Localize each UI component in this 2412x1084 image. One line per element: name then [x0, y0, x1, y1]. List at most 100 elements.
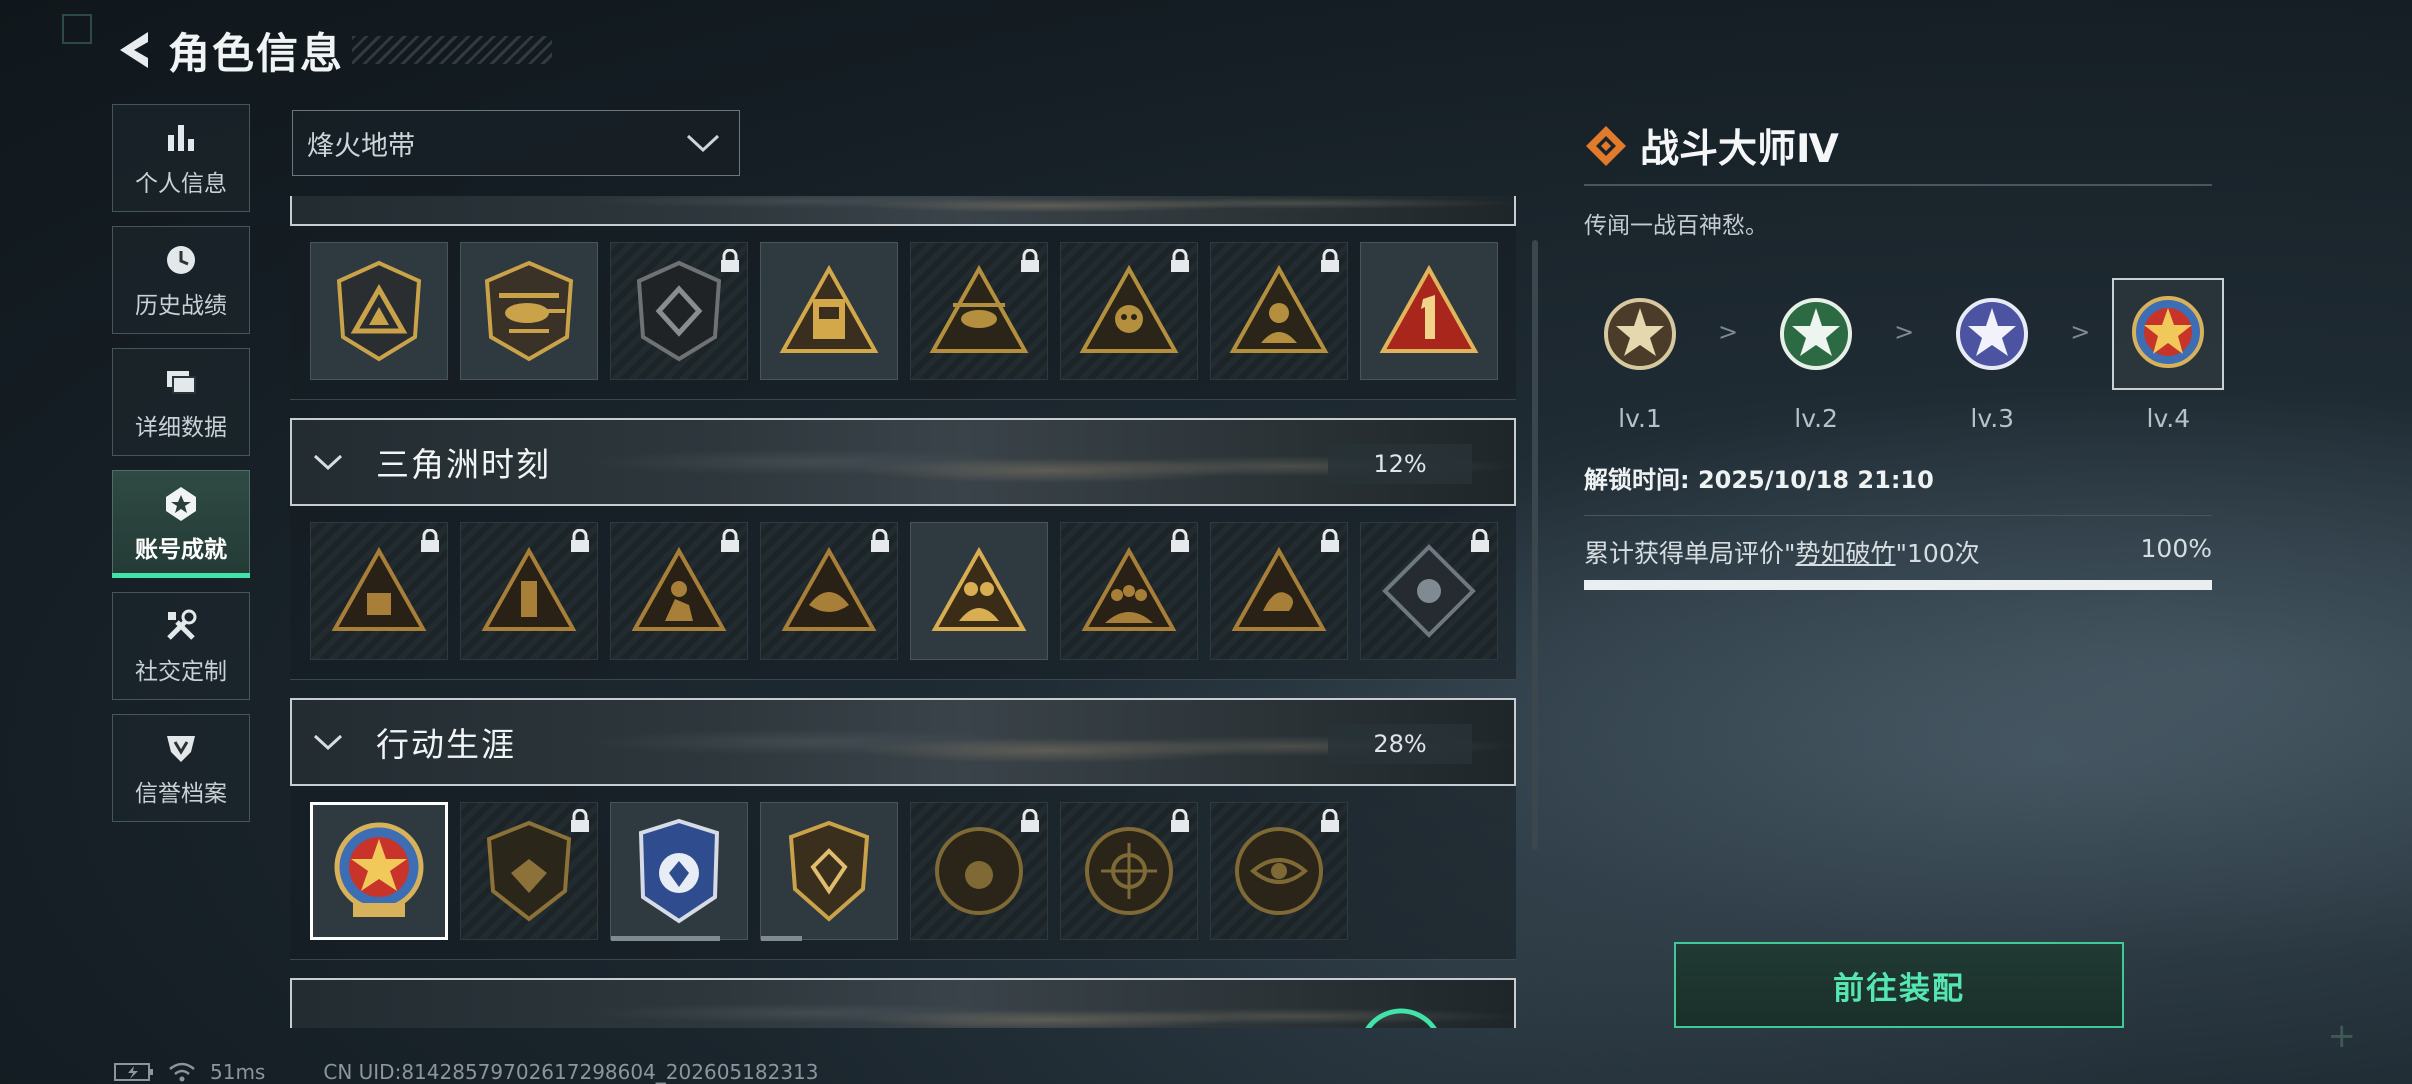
badge-pearl-coin[interactable] — [910, 802, 1048, 940]
wifi-icon — [169, 1062, 195, 1082]
badge-kneeling-soldier[interactable] — [610, 522, 748, 660]
section-header[interactable]: 三角洲时刻 12% — [290, 418, 1516, 506]
detail-header: 战斗大师Ⅳ — [1584, 122, 2212, 186]
detail-description: 传闻一战百神愁。 — [1584, 213, 1768, 239]
corner-plus-icon: + — [2327, 1016, 2357, 1056]
level-item[interactable]: lv.3 — [1936, 278, 2048, 433]
level-separator: > — [1718, 318, 1739, 346]
badge-triangle-logo[interactable] — [310, 242, 448, 380]
nav-item-credit[interactable]: 信誉档案 — [112, 714, 250, 822]
badge-diamond-shield[interactable] — [760, 802, 898, 941]
section-bottom-partial — [290, 978, 1516, 1028]
badge-radio-tower[interactable] — [760, 242, 898, 380]
section-progress: 28% — [1328, 724, 1472, 764]
credit-shield-icon — [161, 728, 201, 768]
badge-skull-bird[interactable] — [760, 522, 898, 660]
unlock-time: 解锁时间: 2025/10/18 21:10 — [1584, 460, 2212, 516]
lock-icon — [1321, 529, 1339, 552]
section-top-partial — [290, 196, 1516, 400]
badge-pyramid-tower[interactable] — [460, 522, 598, 660]
chevron-down-icon[interactable] — [298, 733, 358, 751]
level-track: lv.1 > lv.2 > lv.3 > lv.4 — [1584, 278, 2225, 438]
badge-progress-bar — [761, 936, 802, 941]
bar-chart-icon — [161, 118, 201, 158]
badge-scorpion[interactable] — [1210, 522, 1348, 660]
battery-charging-icon — [114, 1063, 153, 1081]
badge-squad[interactable] — [910, 522, 1048, 660]
mode-dropdown[interactable]: 烽火地带 — [292, 110, 740, 176]
badge-team[interactable] — [1060, 522, 1198, 660]
lock-icon — [721, 529, 739, 552]
badge-soldier-triangle[interactable] — [1210, 242, 1348, 380]
back-arrow-icon — [120, 32, 148, 68]
lock-icon — [1171, 249, 1189, 272]
badge-skull-triangle[interactable] — [1060, 242, 1198, 380]
lock-icon — [1171, 529, 1189, 552]
lock-icon — [1321, 809, 1339, 832]
progress-ring-icon — [1365, 1008, 1437, 1028]
level-separator: > — [2070, 318, 2091, 346]
nav-item-achievements[interactable]: 账号成就 — [112, 470, 250, 578]
nav-item-social[interactable]: 社交定制 — [112, 592, 250, 700]
lock-icon — [571, 529, 589, 552]
nav-label: 个人信息 — [135, 171, 227, 197]
tools-icon — [161, 606, 201, 646]
section-header[interactable]: 行动生涯 28% — [290, 698, 1516, 786]
achievement-icon — [161, 484, 201, 524]
nav-label: 社交定制 — [135, 659, 227, 685]
section-header[interactable] — [290, 978, 1516, 1028]
page-title: 角色信息 — [168, 28, 345, 78]
badge-blue-police[interactable] — [610, 802, 748, 941]
requirement-row: 累计获得单局评价"势如破竹"100次 100% — [1584, 534, 2212, 570]
badge-dark-diamond[interactable] — [610, 242, 748, 380]
lock-icon — [871, 529, 889, 552]
title-decoration — [352, 36, 553, 64]
dropdown-value: 烽火地带 — [307, 130, 415, 162]
status-bar: 51ms CN UID:81428579702617298604_2026051… — [114, 1060, 819, 1084]
page-header: 角色信息 — [110, 22, 553, 78]
side-nav: 个人信息 历史战绩 详细数据 账号成就 社交定制 信誉档案 — [112, 104, 250, 836]
user-uid: CN UID:81428579702617298604_202605182313 — [323, 1060, 819, 1084]
nav-item-details[interactable]: 详细数据 — [112, 348, 250, 456]
go-equip-button[interactable]: 前往装配 — [1674, 942, 2124, 1028]
badge-progress-bar — [611, 936, 720, 941]
chevron-down-icon[interactable] — [298, 453, 358, 471]
level-label: lv.1 — [1618, 404, 1662, 433]
badge-rose-diamond[interactable] — [1360, 522, 1498, 660]
ping-value: 51ms — [210, 1060, 266, 1084]
badge-helicopter-triangle[interactable] — [910, 242, 1048, 380]
list-scrollbar[interactable] — [1532, 240, 1538, 850]
badge-star-medal[interactable] — [310, 802, 448, 940]
section-operation-career: 行动生涯 28% — [290, 698, 1516, 960]
nav-label: 账号成就 — [135, 537, 227, 563]
nav-label: 详细数据 — [135, 415, 227, 441]
level-badge — [1760, 278, 1872, 390]
level-item[interactable]: lv.1 — [1584, 278, 1696, 433]
level-separator: > — [1894, 318, 1915, 346]
back-button[interactable] — [110, 26, 158, 74]
badge-row — [290, 506, 1516, 680]
detail-title: 战斗大师Ⅳ — [1640, 127, 1839, 172]
level-item-selected[interactable]: lv.4 — [2112, 278, 2225, 433]
badge-pyramid[interactable] — [310, 522, 448, 660]
requirement-term[interactable]: 势如破竹 — [1796, 539, 1896, 568]
diamond-rank-icon — [1586, 126, 1626, 166]
nav-item-profile[interactable]: 个人信息 — [112, 104, 250, 212]
requirement-progress-bar — [1584, 580, 2212, 590]
achievement-detail: 战斗大师Ⅳ 传闻一战百神愁。 lv.1 > lv.2 > lv.3 > lv.4… — [1584, 122, 2225, 590]
requirement-text: 累计获得单局评价"势如破竹"100次 — [1584, 534, 1980, 570]
lock-icon — [1321, 249, 1339, 272]
lock-icon — [571, 809, 589, 832]
level-item[interactable]: lv.2 — [1760, 278, 1872, 433]
badge-number-one[interactable] — [1360, 242, 1498, 380]
nav-item-history[interactable]: 历史战绩 — [112, 226, 250, 334]
badge-target-coin[interactable] — [1060, 802, 1198, 940]
badge-helicopter[interactable] — [460, 242, 598, 380]
badge-shield-wing[interactable] — [460, 802, 598, 940]
level-badge — [1584, 278, 1696, 390]
lock-icon — [1021, 809, 1039, 832]
section-delta-moments: 三角洲时刻 12% — [290, 418, 1516, 680]
lock-icon — [1021, 249, 1039, 272]
section-header[interactable] — [290, 196, 1516, 226]
badge-eye-coin[interactable] — [1210, 802, 1348, 940]
